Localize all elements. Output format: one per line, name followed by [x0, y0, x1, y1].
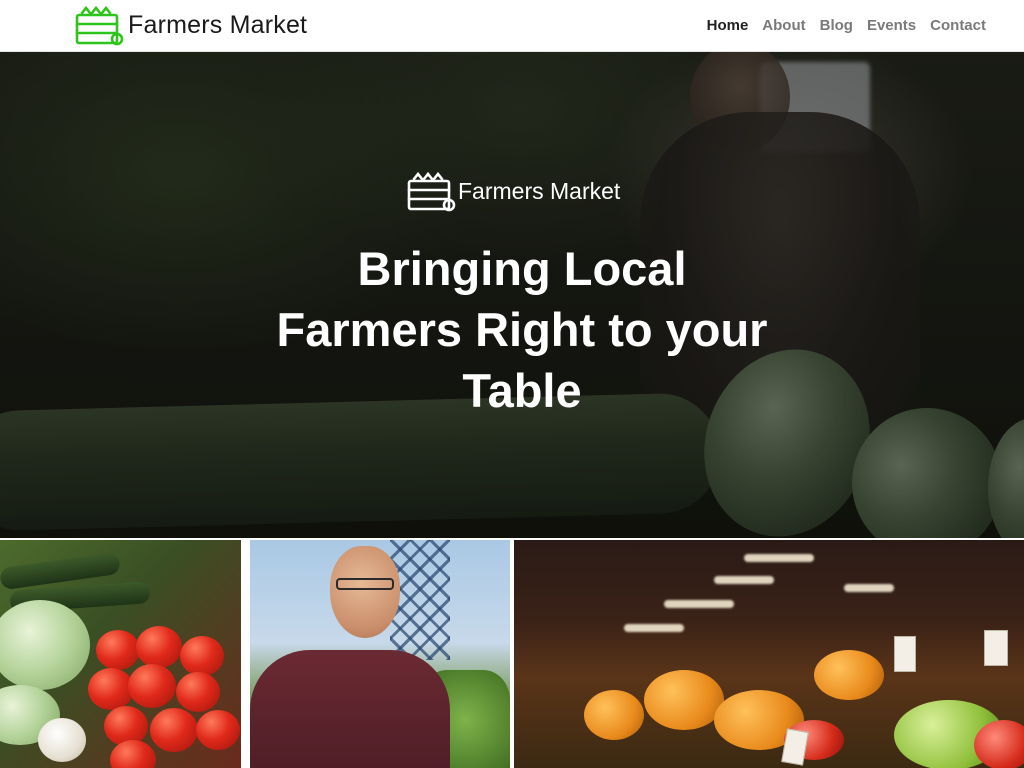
tomato: [88, 668, 134, 710]
orange-pile: [814, 650, 884, 700]
farmer-shirt: [250, 650, 450, 768]
farmer-face: [330, 546, 400, 638]
cabbage: [0, 600, 90, 690]
ceiling-light: [624, 624, 684, 632]
onion: [38, 718, 86, 762]
tomato: [150, 708, 198, 752]
ceiling-light: [664, 600, 734, 608]
ceiling-light: [714, 576, 774, 584]
price-tag: [984, 630, 1008, 666]
tomato: [180, 636, 224, 676]
brand-logo-link[interactable]: Farmers Market: [74, 3, 307, 47]
vegetable-stall-photo: [0, 540, 241, 768]
orange-pile: [644, 670, 724, 730]
vegetable-crate-icon: [75, 5, 124, 46]
nav-events[interactable]: Events: [867, 17, 916, 34]
hero-brand-name: Farmers Market: [458, 177, 621, 204]
brand-name: Farmers Market: [128, 10, 308, 39]
vegetable-crate-icon: [407, 171, 456, 212]
nav-blog[interactable]: Blog: [820, 17, 853, 34]
ceiling-light: [744, 554, 814, 562]
nav-about[interactable]: About: [762, 17, 805, 34]
hero-banner: Farmers Market Bringing Local Farmers Ri…: [0, 52, 1024, 538]
nav-contact[interactable]: Contact: [930, 17, 986, 34]
nav-home[interactable]: Home: [707, 17, 749, 34]
tomato: [110, 740, 156, 768]
glasses-icon: [336, 578, 394, 590]
tomato-pile: [974, 720, 1024, 768]
tomato: [128, 664, 176, 708]
market-produce-aisle-photo: [514, 540, 1024, 768]
ceiling-light: [844, 584, 894, 592]
tomato: [176, 672, 220, 712]
main-nav: Home About Blog Events Contact: [707, 0, 986, 50]
photo-gallery: [0, 538, 1024, 768]
site-header: Farmers Market Home About Blog Events Co…: [0, 0, 1024, 52]
tomato: [196, 710, 240, 750]
hero-title: Bringing Local Farmers Right to your Tab…: [276, 242, 768, 417]
farmer-portrait-photo: [250, 540, 510, 768]
hero-logo: Farmers Market: [406, 168, 620, 214]
tomato: [96, 630, 140, 670]
orange-pile: [584, 690, 644, 740]
tomato: [136, 626, 182, 668]
price-tag: [894, 636, 916, 672]
price-tag: [781, 728, 809, 766]
